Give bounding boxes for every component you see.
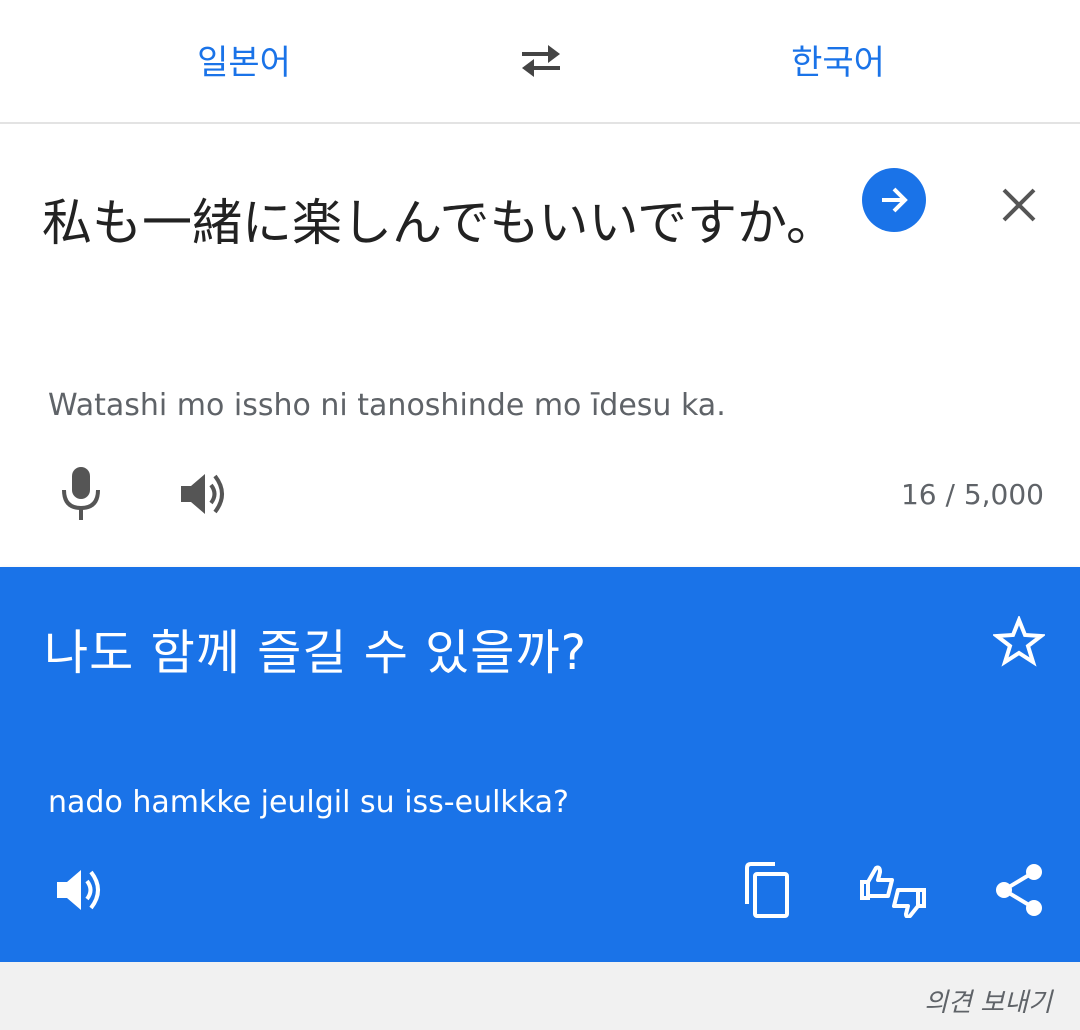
share-icon [996, 864, 1042, 916]
source-input-area: 私も一緒に楽しんでもいいですか。 Watashi mo issho ni tan… [0, 126, 1080, 567]
translate-button[interactable] [862, 168, 926, 232]
send-feedback-link[interactable]: 의견 보내기 [924, 982, 1052, 1019]
swap-horiz-icon [522, 45, 560, 77]
target-language-label: 한국어 [791, 42, 885, 83]
feedback-icon [860, 865, 926, 918]
save-translation-button[interactable] [988, 611, 1050, 673]
source-language-button[interactable]: 일본어 [104, 34, 384, 84]
translated-romanization: nado hamkke jeulgil su iss-eulkka? [48, 785, 569, 820]
swap-languages-button[interactable] [510, 38, 572, 84]
source-text-input[interactable]: 私も一緒に楽しんでもいいですか。 [42, 180, 848, 266]
translated-text: 나도 함께 즐길 수 있을까? [44, 625, 588, 681]
translation-result-card: 나도 함께 즐길 수 있을까? nado hamkke jeulgil su i… [0, 567, 1080, 962]
copy-icon [745, 862, 789, 918]
footer: 의견 보내기 [0, 962, 1080, 1030]
arrow-forward-icon [882, 187, 908, 213]
target-language-button[interactable]: 한국어 [698, 34, 978, 84]
clear-button[interactable] [990, 176, 1048, 234]
listen-translation-button[interactable] [48, 857, 114, 923]
star-icon [993, 616, 1045, 667]
listen-source-button[interactable] [172, 466, 238, 522]
rate-translation-button[interactable] [854, 857, 932, 923]
volume-icon [181, 474, 224, 514]
volume-icon [57, 870, 100, 910]
close-icon [1002, 188, 1036, 222]
share-button[interactable] [988, 857, 1050, 923]
source-language-label: 일본어 [197, 42, 291, 83]
copy-button[interactable] [734, 857, 798, 923]
microphone-button[interactable] [54, 462, 108, 526]
language-bar: 일본어 한국어 [0, 0, 1080, 124]
character-count: 16 / 5,000 [900, 478, 1044, 511]
mic-icon [62, 467, 100, 520]
source-romanization: Watashi mo issho ni tanoshinde mo īdesu … [48, 388, 726, 423]
